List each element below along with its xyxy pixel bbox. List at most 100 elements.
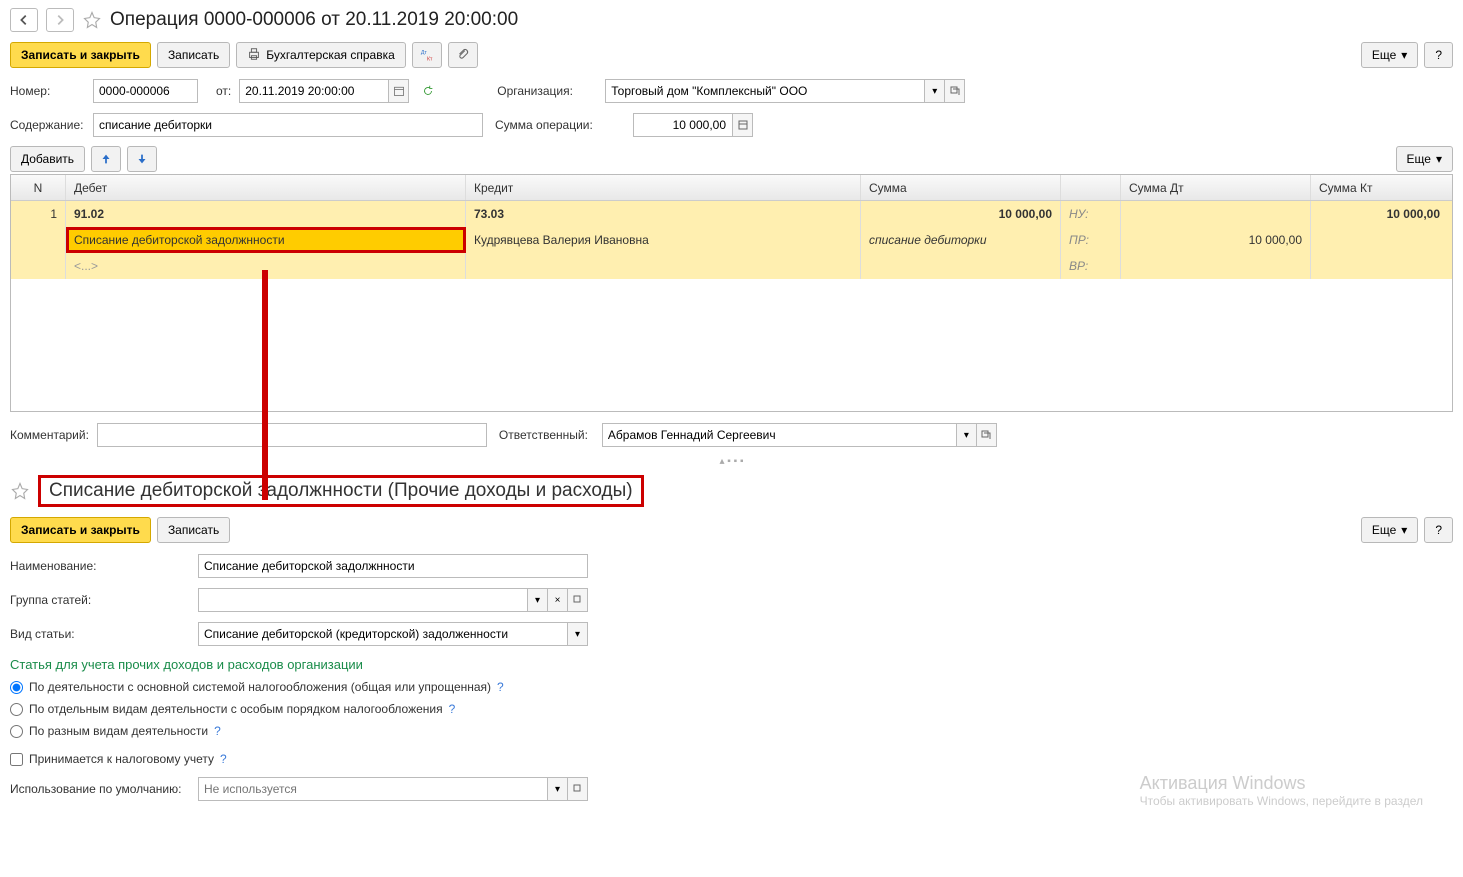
radio-special-activity[interactable] xyxy=(10,703,23,716)
sum-label: Сумма операции: xyxy=(495,118,625,132)
number-label: Номер: xyxy=(10,84,85,98)
add-button[interactable]: Добавить xyxy=(10,146,85,172)
comment-input[interactable] xyxy=(97,423,487,447)
default-use-input[interactable] xyxy=(198,777,548,801)
help-button-2[interactable]: ? xyxy=(1424,517,1453,543)
printer-icon xyxy=(247,47,261,64)
cell-sumdt xyxy=(1121,201,1311,227)
favorite-star-icon-2[interactable] xyxy=(10,481,30,501)
org-dropdown-icon[interactable]: ▾ xyxy=(925,79,945,103)
save-close-button[interactable]: Записать и закрыть xyxy=(10,42,151,68)
date-input[interactable] xyxy=(239,79,389,103)
responsible-open-icon[interactable] xyxy=(977,423,997,447)
svg-text:Дт: Дт xyxy=(421,50,428,56)
type-label: Вид статьи: xyxy=(10,627,190,641)
responsible-label: Ответственный: xyxy=(499,428,594,442)
tax-checkbox-label: Принимается к налоговому учету xyxy=(29,752,214,766)
svg-text:Кт: Кт xyxy=(427,56,433,62)
favorite-star-icon[interactable] xyxy=(82,10,102,30)
cell-tag-nu: НУ: xyxy=(1061,201,1121,227)
tax-checkbox[interactable] xyxy=(10,753,23,766)
windows-watermark: Активация Windows Чтобы активировать Win… xyxy=(1140,773,1423,808)
table-row[interactable]: <...> ВР: xyxy=(11,253,1452,279)
help-icon[interactable]: ? xyxy=(497,680,504,694)
radio-special-label: По отдельным видам деятельности с особым… xyxy=(29,702,443,716)
cell-kredit-acc: 73.03 xyxy=(466,201,861,227)
collapse-icon[interactable]: ▴ ▪ ▪ ▪ xyxy=(720,456,744,467)
sum-input[interactable] xyxy=(633,113,733,137)
default-dropdown-icon[interactable]: ▾ xyxy=(548,777,568,801)
table-row[interactable]: Списание дебиторской задолжнности Кудряв… xyxy=(11,227,1452,253)
nav-back-button[interactable] xyxy=(10,8,38,32)
dt-kt-button[interactable]: ДтКт xyxy=(412,42,442,68)
accounting-ref-button[interactable]: Бухгалтерская справка xyxy=(236,42,406,68)
th-summa[interactable]: Сумма xyxy=(861,175,1061,200)
save-button-2[interactable]: Записать xyxy=(157,517,230,543)
org-input[interactable] xyxy=(605,79,925,103)
responsible-input[interactable] xyxy=(602,423,957,447)
save-button[interactable]: Записать xyxy=(157,42,230,68)
cell-summa: 10 000,00 xyxy=(861,201,1061,227)
refresh-icon[interactable] xyxy=(417,79,439,103)
responsible-dropdown-icon[interactable]: ▾ xyxy=(957,423,977,447)
radio-main-activity[interactable] xyxy=(10,681,23,694)
cell-n: 1 xyxy=(11,201,66,227)
cell-debet-desc: Списание дебиторской задолжнности xyxy=(66,227,466,253)
from-label: от: xyxy=(216,84,231,98)
radio-main-label: По деятельности с основной системой нало… xyxy=(29,680,491,694)
type-dropdown-icon[interactable]: ▾ xyxy=(568,622,588,646)
move-down-button[interactable] xyxy=(127,146,157,172)
name-label: Наименование: xyxy=(10,559,190,573)
calculator-icon[interactable] xyxy=(733,113,753,137)
th-sumdt[interactable]: Сумма Дт xyxy=(1121,175,1311,200)
th-n[interactable]: N xyxy=(11,175,66,200)
group-open-icon[interactable] xyxy=(568,588,588,612)
help-icon[interactable]: ? xyxy=(214,724,221,738)
cell-tag-pr: ПР: xyxy=(1061,227,1121,253)
group-clear-icon[interactable]: × xyxy=(548,588,568,612)
cell-debet-acc: 91.02 xyxy=(66,201,466,227)
name-input[interactable] xyxy=(198,554,588,578)
more-button[interactable]: Еще ▾ xyxy=(1361,42,1418,68)
move-up-button[interactable] xyxy=(91,146,121,172)
table-row[interactable]: 1 91.02 73.03 10 000,00 НУ: 10 000,00 xyxy=(11,201,1452,227)
th-kredit[interactable]: Кредит xyxy=(466,175,861,200)
nav-forward-button[interactable] xyxy=(46,8,74,32)
entries-table: N Дебет Кредит Сумма Сумма Дт Сумма Кт 1… xyxy=(10,174,1453,412)
content-label: Содержание: xyxy=(10,118,85,132)
cell-kredit-desc: Кудрявцева Валерия Ивановна xyxy=(466,227,861,253)
th-blank xyxy=(1061,175,1121,200)
calendar-icon[interactable] xyxy=(389,79,409,103)
number-input[interactable] xyxy=(93,79,198,103)
section2-title: Списание дебиторской задолжнности (Прочи… xyxy=(38,475,644,507)
cell-sumdt: 10 000,00 xyxy=(1121,227,1311,253)
type-input[interactable] xyxy=(198,622,568,646)
page-title: Операция 0000-000006 от 20.11.2019 20:00… xyxy=(110,9,518,31)
cell-tag-vr: ВР: xyxy=(1061,253,1121,279)
org-open-icon[interactable] xyxy=(945,79,965,103)
radio-various-label: По разным видам деятельности xyxy=(29,724,208,738)
cell-sumkt: 10 000,00 xyxy=(1311,201,1452,227)
group-label: Группа статей: xyxy=(10,593,190,607)
section-heading: Статья для учета прочих доходов и расход… xyxy=(10,657,1453,672)
chevron-down-icon: ▾ xyxy=(1401,523,1407,537)
help-button[interactable]: ? xyxy=(1424,42,1453,68)
more-button-2[interactable]: Еще ▾ xyxy=(1361,517,1418,543)
help-icon[interactable]: ? xyxy=(220,752,227,766)
org-label: Организация: xyxy=(497,84,597,98)
cell-summa-desc: списание дебиторки xyxy=(861,227,1061,253)
default-use-label: Использование по умолчанию: xyxy=(10,782,190,796)
group-dropdown-icon[interactable]: ▾ xyxy=(528,588,548,612)
th-debet[interactable]: Дебет xyxy=(66,175,466,200)
chevron-down-icon: ▾ xyxy=(1401,48,1407,62)
group-input[interactable] xyxy=(198,588,528,612)
default-open-icon[interactable] xyxy=(568,777,588,801)
save-close-button-2[interactable]: Записать и закрыть xyxy=(10,517,151,543)
attachment-button[interactable] xyxy=(448,42,478,68)
content-input[interactable] xyxy=(93,113,483,137)
th-sumkt[interactable]: Сумма Кт xyxy=(1311,175,1452,200)
annotation-line xyxy=(262,270,268,500)
table-more-button[interactable]: Еще ▾ xyxy=(1396,146,1453,172)
help-icon[interactable]: ? xyxy=(449,702,456,716)
radio-various-activity[interactable] xyxy=(10,725,23,738)
